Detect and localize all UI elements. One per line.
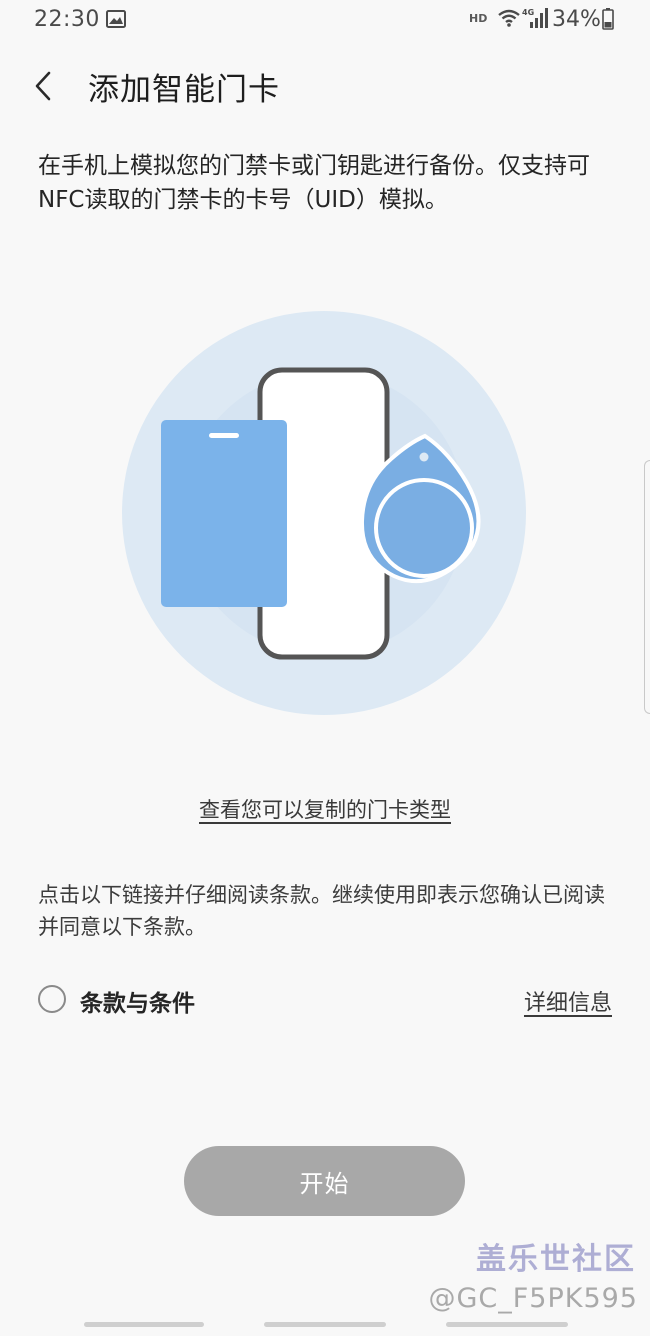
terms-checkbox[interactable] — [38, 985, 66, 1013]
network-type-label: 4G — [522, 8, 534, 17]
battery-percent: 34% — [552, 7, 601, 32]
status-bar: 22:30 HD 4G 34% — [0, 0, 650, 40]
terms-notice-text: 点击以下链接并仔细阅读条款。继续使用即表示您确认已阅读并同意以下条款。 — [38, 883, 605, 939]
battery-icon — [602, 8, 614, 30]
access-card-icon — [161, 420, 287, 607]
card-slot — [209, 433, 239, 438]
page-title: 添加智能门卡 — [88, 72, 280, 108]
nfc-card-illustration — [122, 311, 526, 715]
cellular-signal-icon: 4G — [522, 8, 548, 28]
description-text: 在手机上模拟您的门禁卡或门钥匙进行备份。仅支持可NFC读取的门禁卡的卡号（UID… — [38, 153, 590, 213]
terms-row: 条款与条件 详细信息 — [0, 982, 650, 1024]
watermark-username: @GC_F5PK595 — [428, 1283, 638, 1314]
terms-label[interactable]: 条款与条件 — [80, 984, 195, 1018]
gallery-notification-icon — [106, 10, 126, 28]
nav-recents-button[interactable] — [84, 1322, 204, 1327]
back-button[interactable] — [22, 64, 66, 108]
key-fob-hole — [419, 452, 429, 462]
nav-home-button[interactable] — [264, 1322, 386, 1327]
wifi-icon — [498, 9, 520, 27]
watermark-community: 盖乐世社区 — [476, 1242, 636, 1277]
card-types-link[interactable]: 查看您可以复制的门卡类型 — [0, 794, 650, 824]
edge-panel-handle[interactable] — [644, 460, 650, 714]
app-bar: 添加智能门卡 — [0, 50, 650, 120]
nav-back-button[interactable] — [446, 1322, 568, 1327]
status-time: 22:30 — [34, 7, 100, 32]
navigation-bar — [0, 1318, 650, 1336]
details-link[interactable]: 详细信息 — [524, 985, 612, 1017]
back-arrow-icon — [35, 71, 51, 101]
hd-voice-indicator: HD — [469, 12, 488, 25]
start-button[interactable]: 开始 — [184, 1146, 465, 1216]
